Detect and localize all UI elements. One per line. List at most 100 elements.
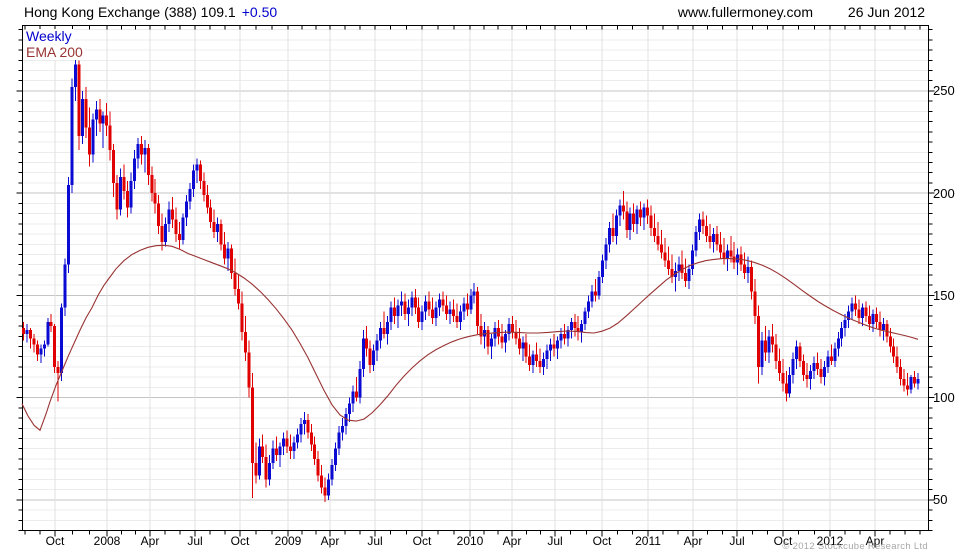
candle-body xyxy=(795,346,799,359)
candle xyxy=(330,458,334,486)
candle-body xyxy=(136,144,140,159)
candle-body xyxy=(282,438,286,447)
candle xyxy=(105,103,109,136)
candle-body xyxy=(899,366,903,380)
candle-body xyxy=(548,344,552,351)
candle xyxy=(396,299,400,329)
candle-body xyxy=(191,170,195,190)
candle xyxy=(750,260,754,300)
x-axis-label: Apr xyxy=(140,534,160,548)
x-axis-label: Jul xyxy=(547,534,563,548)
candle-body xyxy=(150,174,154,194)
candle xyxy=(580,319,584,343)
candle xyxy=(625,201,629,239)
candle-body xyxy=(705,225,709,237)
candle-body xyxy=(802,360,806,376)
candle-body xyxy=(382,328,386,335)
candle-body xyxy=(212,221,216,232)
candle xyxy=(826,350,830,374)
candle-body xyxy=(503,334,507,343)
candle xyxy=(143,139,147,173)
candle-body xyxy=(909,377,913,390)
x-axis-label: 2008 xyxy=(93,534,121,548)
candle-body xyxy=(94,109,98,120)
candle-body xyxy=(649,215,653,228)
candle xyxy=(431,297,435,325)
candle xyxy=(569,317,573,339)
candle xyxy=(548,338,552,361)
candle-body xyxy=(354,391,358,398)
candle xyxy=(691,244,695,275)
candle-body xyxy=(711,234,715,243)
candle xyxy=(122,164,126,200)
candle xyxy=(302,411,306,435)
candle-body xyxy=(725,250,729,259)
candle-body xyxy=(126,191,130,208)
candle-body xyxy=(611,227,615,237)
candle-body xyxy=(490,338,494,347)
candle-body xyxy=(562,334,566,339)
candle-body xyxy=(327,479,331,496)
candle-body xyxy=(895,356,899,367)
candle-body xyxy=(372,350,376,365)
candle-body xyxy=(559,334,563,341)
candle xyxy=(694,225,698,257)
x-axis-label: 2009 xyxy=(274,534,302,548)
candle-body xyxy=(337,432,341,449)
candle-body xyxy=(666,260,670,269)
candle-body xyxy=(770,336,774,345)
candle xyxy=(705,215,709,243)
candle-body xyxy=(659,244,663,253)
candle-body xyxy=(500,336,504,343)
candle xyxy=(226,242,230,271)
candle-body xyxy=(25,330,29,335)
candle xyxy=(32,334,36,353)
candle xyxy=(171,197,175,228)
candle xyxy=(233,258,237,296)
candle xyxy=(757,305,761,384)
candle-body xyxy=(302,420,306,425)
candle-body xyxy=(243,332,247,353)
candle xyxy=(87,107,91,167)
candle-body xyxy=(552,344,556,349)
candle xyxy=(715,225,719,251)
candle xyxy=(406,299,410,327)
candle-body xyxy=(340,426,344,433)
candle-body xyxy=(330,465,334,480)
candle-body xyxy=(822,366,826,378)
candle xyxy=(157,195,161,235)
candle xyxy=(126,180,130,218)
candle-body xyxy=(888,336,892,347)
candle-body xyxy=(867,315,871,325)
candle-body xyxy=(80,99,84,136)
x-axis-label: 2010 xyxy=(456,534,484,548)
candle xyxy=(791,352,795,384)
candle-body xyxy=(236,289,240,304)
candle-body xyxy=(53,326,57,367)
candle xyxy=(25,324,29,343)
candle-body xyxy=(323,487,327,496)
candle-body xyxy=(746,266,750,273)
candle-body xyxy=(531,354,535,365)
candle-body xyxy=(840,328,844,339)
candle xyxy=(257,438,261,480)
candle-body xyxy=(763,340,767,353)
candle-body xyxy=(153,193,157,204)
candle-body xyxy=(663,252,667,261)
candle-body xyxy=(115,182,119,210)
candle-body xyxy=(112,150,116,183)
x-axis-label: Apr xyxy=(683,534,703,548)
candle-body xyxy=(632,213,636,224)
candle xyxy=(760,332,764,376)
candle-body xyxy=(580,324,584,333)
candle xyxy=(139,135,143,165)
candle-body xyxy=(261,446,265,457)
candle-body xyxy=(444,305,448,314)
candle xyxy=(35,340,39,361)
candle xyxy=(770,324,774,353)
fullermoney-chart-page: Hong Kong Exchange (388) 109.1 +0.50 www.… xyxy=(0,0,980,560)
candle xyxy=(538,348,542,374)
candle xyxy=(243,315,247,361)
candle xyxy=(441,291,445,312)
candle xyxy=(334,442,338,472)
